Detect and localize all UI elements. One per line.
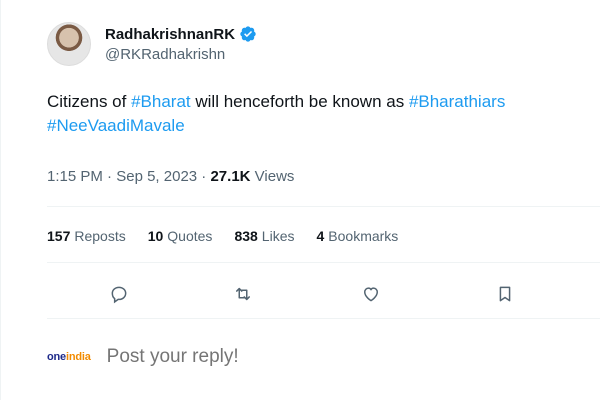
views-count: 27.1K: [210, 168, 251, 185]
bookmark-button[interactable]: [493, 282, 517, 306]
divider: [47, 318, 600, 319]
stat-label: Bookmarks: [328, 228, 399, 244]
display-name-row: RadhakrishnanRK: [105, 25, 257, 43]
hashtag-link[interactable]: #NeeVaadiMavale: [47, 116, 185, 135]
bookmark-icon: [499, 286, 511, 302]
tweet-card: RadhakrishnanRK @RKRadhakrishn Citizens …: [0, 0, 600, 400]
like-button[interactable]: [359, 282, 383, 306]
author-names: RadhakrishnanRK @RKRadhakrishn: [105, 25, 257, 63]
tweet-time[interactable]: 1:15 PM: [47, 168, 103, 185]
repost-button[interactable]: [231, 282, 255, 306]
stat-likes[interactable]: 838 Likes: [234, 228, 294, 244]
reply-bar: oneindia: [47, 346, 407, 368]
engagement-stats: 157 Reposts 10 Quotes 838 Likes 4 Bookmarks: [47, 228, 398, 244]
tweet-meta: 1:15 PM · Sep 5, 2023 · 27.1K Views: [47, 168, 294, 185]
like-icon: [364, 287, 378, 302]
author-display-name[interactable]: RadhakrishnanRK: [105, 26, 235, 43]
author-avatar[interactable]: [47, 22, 91, 66]
repost-icon: [236, 287, 250, 301]
oneindia-logo: oneindia: [47, 351, 91, 363]
divider: [47, 206, 600, 207]
meta-separator: ·: [107, 168, 113, 185]
hashtag-link[interactable]: #Bharathiars: [409, 92, 505, 111]
stat-count: 10: [147, 228, 164, 244]
stat-count: 157: [47, 228, 71, 244]
stat-count: 838: [234, 228, 258, 244]
reply-input[interactable]: [106, 346, 407, 368]
stat-label: Reposts: [74, 228, 126, 244]
stat-quotes[interactable]: 10 Quotes: [148, 228, 213, 244]
verified-badge-icon: [239, 25, 257, 43]
divider: [47, 262, 600, 263]
views-label: Views: [254, 168, 295, 185]
reply-icon: [111, 286, 127, 304]
stat-reposts[interactable]: 157 Reposts: [47, 228, 126, 244]
meta-separator: ·: [201, 168, 207, 185]
author-handle[interactable]: @RKRadhakrishn: [105, 46, 257, 63]
tweet-date[interactable]: Sep 5, 2023: [116, 168, 197, 185]
reply-button[interactable]: [107, 282, 131, 306]
hashtag-link[interactable]: #Bharat: [131, 92, 191, 111]
tweet-text-part: will henceforth be known as: [190, 92, 409, 111]
stat-bookmarks[interactable]: 4 Bookmarks: [316, 228, 398, 244]
stat-label: Quotes: [167, 228, 213, 244]
action-bar: [47, 282, 600, 306]
stat-label: Likes: [261, 228, 295, 244]
tweet-text: Citizens of #Bharat will henceforth be k…: [47, 90, 587, 138]
stat-count: 4: [316, 228, 325, 244]
tweet-header: RadhakrishnanRK @RKRadhakrishn: [47, 22, 257, 66]
tweet-text-part: Citizens of: [47, 92, 132, 111]
